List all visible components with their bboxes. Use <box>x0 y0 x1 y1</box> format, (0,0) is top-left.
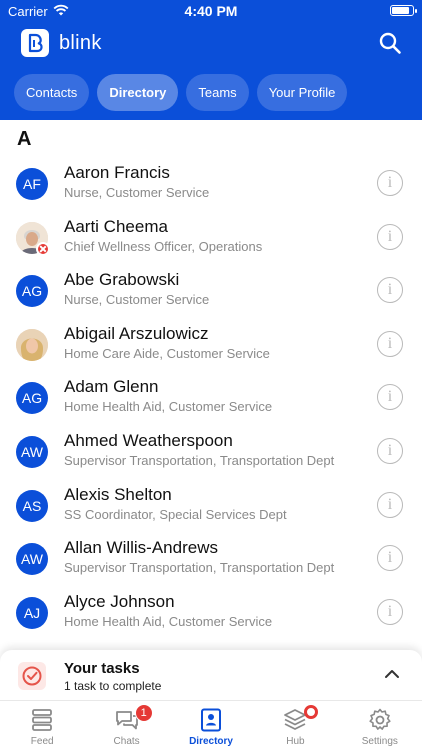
avatar-photo <box>16 328 48 361</box>
tasks-subtitle: 1 task to complete <box>64 679 162 693</box>
contact-row[interactable]: AW Allan Willis-Andrews Supervisor Trans… <box>0 533 422 587</box>
avatar: AJ <box>16 596 48 629</box>
chevron-up-icon[interactable] <box>384 668 400 680</box>
contact-name: Alexis Shelton <box>64 484 172 504</box>
contact-title: Supervisor Transportation, Transportatio… <box>64 560 335 576</box>
status-bar: Carrier 4:40 PM <box>0 0 422 22</box>
info-icon[interactable]: i <box>377 277 403 304</box>
nav-label: Directory <box>189 736 233 747</box>
avatar: AS <box>16 489 48 522</box>
nav-label: Feed <box>30 736 54 747</box>
app-header: Carrier 4:40 PM blink Contacts Directory… <box>0 0 422 120</box>
nav-label: Settings <box>361 736 398 747</box>
tab-your-profile[interactable]: Your Profile <box>256 74 348 111</box>
nav-hub[interactable]: Hub <box>253 701 337 750</box>
nav-label: Chats <box>113 736 140 747</box>
contact-title: Home Care Aide, Customer Service <box>64 345 270 361</box>
contact-row[interactable]: AF Aaron Francis Nurse, Customer Service… <box>0 158 422 212</box>
contact-row[interactable]: Aarti Cheema Chief Wellness Officer, Ope… <box>0 212 422 266</box>
info-icon[interactable]: i <box>377 330 403 357</box>
contact-title: Home Health Aid, Customer Service <box>64 399 273 415</box>
contact-name: Alyce Johnson <box>64 591 175 611</box>
contact-name: Ahmed Weatherspoon <box>64 431 233 450</box>
info-icon[interactable]: i <box>377 598 403 625</box>
feed-icon <box>32 709 53 731</box>
nav-chats[interactable]: 1 Chats <box>84 701 168 750</box>
contact-name: Aarti Cheema <box>64 216 168 236</box>
contact-title: Nurse, Customer Service <box>64 292 210 308</box>
battery-icon <box>390 5 417 16</box>
tab-contacts[interactable]: Contacts <box>14 74 90 111</box>
contact-name: Adam Glenn <box>64 377 159 397</box>
nav-directory[interactable]: Directory <box>169 701 253 750</box>
directory-tabs: Contacts Directory Teams Your Profile <box>14 74 348 111</box>
contact-title: Chief Wellness Officer, Operations <box>64 238 263 254</box>
section-header: A <box>17 128 32 150</box>
contact-name: Aaron Francis <box>64 163 170 182</box>
contact-row[interactable]: Abigail Arszulowicz Home Care Aide, Cust… <box>0 319 422 373</box>
contact-row[interactable]: AG Abe Grabowski Nurse, Customer Service… <box>0 265 422 319</box>
search-icon[interactable] <box>378 31 402 55</box>
app-logo: blink <box>21 29 102 57</box>
avatar: AG <box>16 275 48 308</box>
clock: 4:40 PM <box>184 3 238 19</box>
contact-title: Supervisor Transportation, Transportatio… <box>64 453 335 468</box>
tab-directory[interactable]: Directory <box>97 74 179 111</box>
info-icon[interactable]: i <box>377 384 403 411</box>
info-icon[interactable]: i <box>377 438 403 464</box>
contact-name: Abigail Arszulowicz <box>64 323 209 343</box>
contact-name: Allan Willis-Andrews <box>64 538 218 558</box>
app-name: blink <box>59 31 102 54</box>
contact-title: Home Health Aid, Customer Service <box>64 613 273 629</box>
tasks-panel[interactable]: Your tasks 1 task to complete <box>0 650 422 700</box>
nav-label: Hub <box>286 736 305 747</box>
contact-title: Nurse, Customer Service <box>64 185 210 200</box>
info-icon[interactable]: i <box>377 223 403 250</box>
notification-dot <box>304 705 319 719</box>
avatar: AG <box>16 382 48 415</box>
contact-row[interactable]: AJ Alyce Johnson Home Health Aid, Custom… <box>0 587 422 641</box>
offline-status-icon <box>36 241 50 256</box>
blink-logo-icon <box>21 29 49 57</box>
tasks-title: Your tasks <box>64 660 140 677</box>
task-check-icon <box>18 662 46 690</box>
avatar: AW <box>16 543 48 576</box>
nav-feed[interactable]: Feed <box>0 701 84 750</box>
directory-list[interactable]: A AF Aaron Francis Nurse, Customer Servi… <box>0 120 422 650</box>
contact-title: SS Coordinator, Special Services Dept <box>64 506 287 522</box>
info-icon[interactable]: i <box>377 170 403 196</box>
directory-icon <box>201 708 222 732</box>
contact-name: Abe Grabowski <box>64 270 180 290</box>
avatar: AW <box>16 436 48 468</box>
bottom-tab-bar: Feed 1 Chats Directory Hub Settings <box>0 700 422 750</box>
info-icon[interactable]: i <box>377 491 403 518</box>
unread-badge: 1 <box>134 704 153 722</box>
contact-row[interactable]: AS Alexis Shelton SS Coordinator, Specia… <box>0 480 422 534</box>
contact-row[interactable]: AG Adam Glenn Home Health Aid, Customer … <box>0 372 422 426</box>
gear-icon <box>369 708 391 730</box>
info-icon[interactable]: i <box>377 545 403 572</box>
avatar: AF <box>16 168 48 200</box>
contact-row[interactable]: AW Ahmed Weatherspoon Supervisor Transpo… <box>0 426 422 480</box>
nav-settings[interactable]: Settings <box>338 701 422 750</box>
tab-teams[interactable]: Teams <box>186 74 249 111</box>
